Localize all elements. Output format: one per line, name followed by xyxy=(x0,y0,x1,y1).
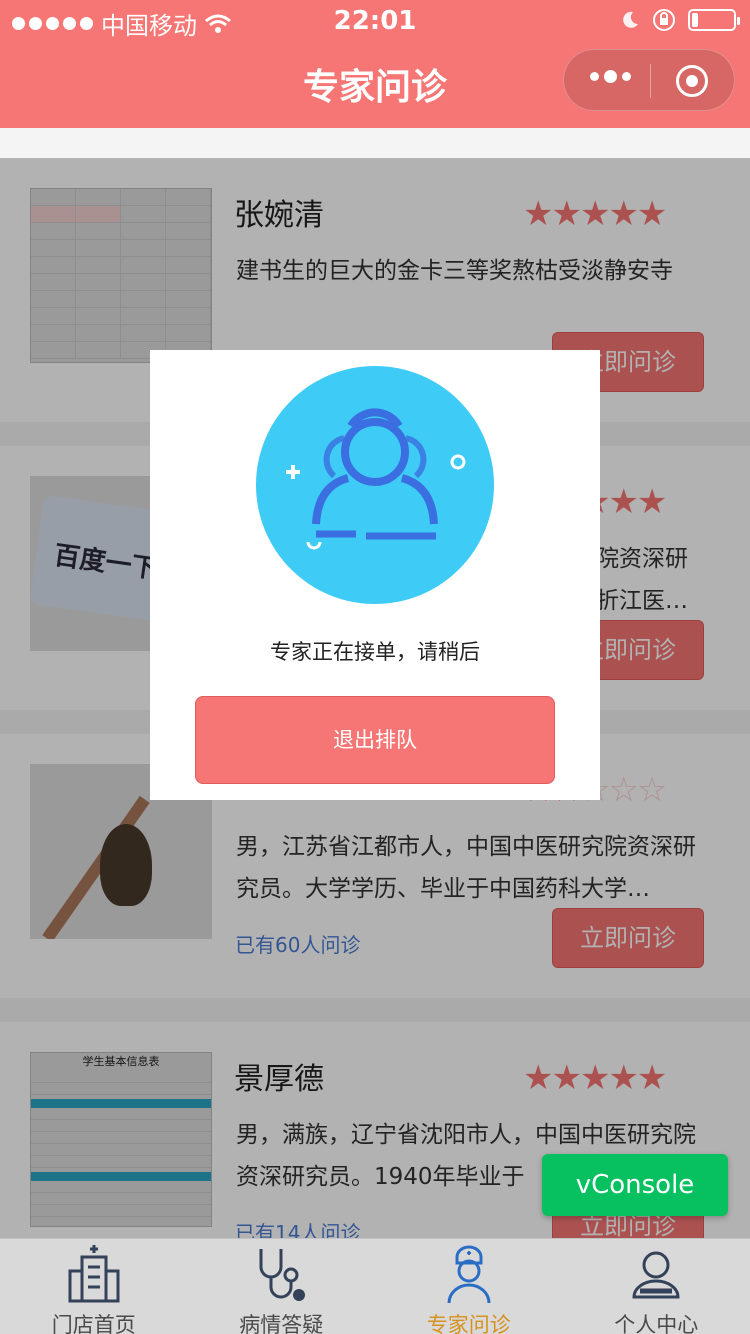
rotation-lock-icon xyxy=(653,9,675,31)
exit-queue-button[interactable]: 退出排队 xyxy=(195,696,555,784)
doctor-icon xyxy=(447,1245,491,1304)
status-bar: 中国移动 22:01 xyxy=(0,0,750,40)
tab-store-home[interactable]: 门店首页 xyxy=(0,1239,188,1334)
vconsole-button[interactable]: vConsole xyxy=(542,1154,728,1216)
tab-label: 门店首页 xyxy=(51,1313,136,1334)
more-icon[interactable] xyxy=(590,70,631,83)
moon-icon xyxy=(623,11,638,28)
top-bar: 中国移动 22:01 专家问诊 xyxy=(0,0,750,128)
battery-icon xyxy=(688,9,740,31)
tab-label: 个人中心 xyxy=(614,1313,699,1334)
capsule-divider xyxy=(650,64,651,98)
queue-dialog: 专家正在接单，请稍后 退出排队 xyxy=(150,350,600,800)
expert-group-icon xyxy=(256,366,494,604)
queue-message: 专家正在接单，请稍后 xyxy=(270,640,480,664)
tab-personal-center[interactable]: 个人中心 xyxy=(563,1239,750,1334)
tab-condition-qa[interactable]: 病情答疑 xyxy=(188,1239,376,1334)
stethoscope-icon xyxy=(259,1249,306,1301)
tab-expert-consult[interactable]: 专家问诊 xyxy=(375,1239,563,1334)
user-icon xyxy=(632,1251,680,1299)
tab-label: 专家问诊 xyxy=(426,1313,511,1334)
tab-bar: 门店首页 病情答疑 专家问诊 个人中心 xyxy=(0,1238,750,1334)
mini-program-capsule xyxy=(563,49,735,111)
close-mini-program-icon[interactable] xyxy=(676,65,708,97)
hospital-icon xyxy=(68,1245,120,1303)
tab-label: 病情答疑 xyxy=(239,1313,324,1334)
